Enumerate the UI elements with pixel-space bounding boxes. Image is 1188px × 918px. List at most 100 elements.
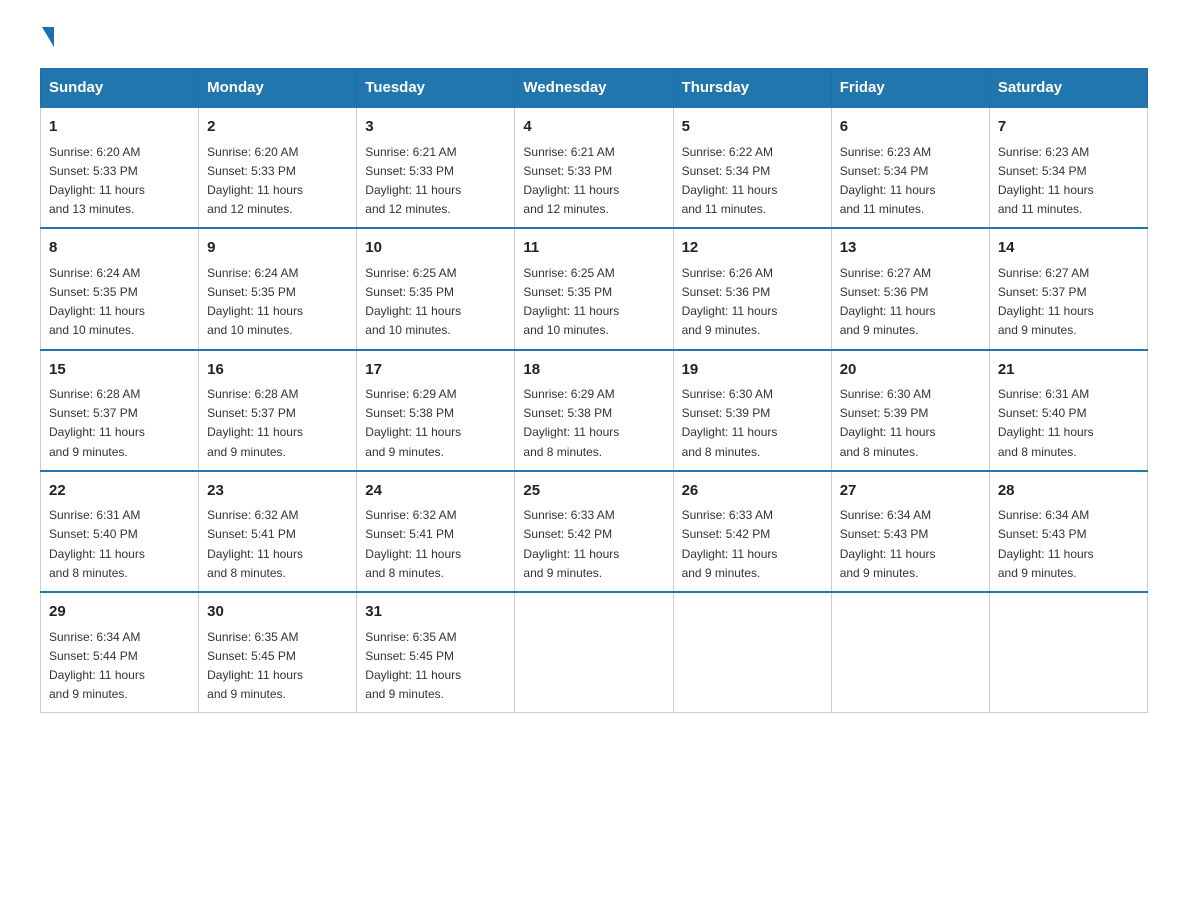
week-row-1: 1 Sunrise: 6:20 AMSunset: 5:33 PMDaylight… [41,107,1148,228]
day-info: Sunrise: 6:21 AMSunset: 5:33 PMDaylight:… [365,143,506,220]
day-number: 31 [365,601,506,624]
calendar-cell: 7 Sunrise: 6:23 AMSunset: 5:34 PMDaylight… [989,107,1147,228]
calendar-cell [515,592,673,713]
calendar-cell [989,592,1147,713]
day-info: Sunrise: 6:20 AMSunset: 5:33 PMDaylight:… [49,143,190,220]
day-info: Sunrise: 6:29 AMSunset: 5:38 PMDaylight:… [523,385,664,462]
day-number: 9 [207,237,348,260]
calendar-cell: 2 Sunrise: 6:20 AMSunset: 5:33 PMDaylight… [199,107,357,228]
day-info: Sunrise: 6:34 AMSunset: 5:43 PMDaylight:… [998,506,1139,583]
calendar-cell: 26 Sunrise: 6:33 AMSunset: 5:42 PMDayligh… [673,471,831,592]
day-number: 22 [49,480,190,503]
calendar-cell: 6 Sunrise: 6:23 AMSunset: 5:34 PMDaylight… [831,107,989,228]
calendar-cell: 23 Sunrise: 6:32 AMSunset: 5:41 PMDayligh… [199,471,357,592]
day-info: Sunrise: 6:35 AMSunset: 5:45 PMDaylight:… [365,628,506,705]
day-info: Sunrise: 6:31 AMSunset: 5:40 PMDaylight:… [49,506,190,583]
calendar-cell: 19 Sunrise: 6:30 AMSunset: 5:39 PMDayligh… [673,350,831,471]
day-number: 16 [207,359,348,382]
day-info: Sunrise: 6:23 AMSunset: 5:34 PMDaylight:… [840,143,981,220]
day-info: Sunrise: 6:33 AMSunset: 5:42 PMDaylight:… [523,506,664,583]
day-number: 19 [682,359,823,382]
day-number: 21 [998,359,1139,382]
day-number: 3 [365,116,506,139]
day-header-monday: Monday [199,69,357,108]
day-number: 30 [207,601,348,624]
calendar-cell: 3 Sunrise: 6:21 AMSunset: 5:33 PMDaylight… [357,107,515,228]
day-number: 1 [49,116,190,139]
day-info: Sunrise: 6:20 AMSunset: 5:33 PMDaylight:… [207,143,348,220]
calendar-cell: 22 Sunrise: 6:31 AMSunset: 5:40 PMDayligh… [41,471,199,592]
day-info: Sunrise: 6:30 AMSunset: 5:39 PMDaylight:… [682,385,823,462]
day-number: 24 [365,480,506,503]
day-info: Sunrise: 6:28 AMSunset: 5:37 PMDaylight:… [207,385,348,462]
calendar-cell: 9Sunrise: 6:24 AMSunset: 5:35 PMDaylight… [199,228,357,349]
logo [40,30,58,48]
calendar-cell: 4Sunrise: 6:21 AMSunset: 5:33 PMDaylight… [515,107,673,228]
day-number: 6 [840,116,981,139]
calendar-cell: 20 Sunrise: 6:30 AMSunset: 5:39 PMDayligh… [831,350,989,471]
week-row-3: 15 Sunrise: 6:28 AMSunset: 5:37 PMDayligh… [41,350,1148,471]
day-number: 18 [523,359,664,382]
calendar-cell [673,592,831,713]
day-info: Sunrise: 6:25 AMSunset: 5:35 PMDaylight:… [523,264,664,341]
day-number: 23 [207,480,348,503]
calendar-cell: 10 Sunrise: 6:25 AMSunset: 5:35 PMDayligh… [357,228,515,349]
day-info: Sunrise: 6:34 AMSunset: 5:43 PMDaylight:… [840,506,981,583]
day-info: Sunrise: 6:28 AMSunset: 5:37 PMDaylight:… [49,385,190,462]
day-number: 2 [207,116,348,139]
day-info: Sunrise: 6:32 AMSunset: 5:41 PMDaylight:… [365,506,506,583]
day-number: 12 [682,237,823,260]
calendar-cell: 31 Sunrise: 6:35 AMSunset: 5:45 PMDayligh… [357,592,515,713]
calendar-cell: 16 Sunrise: 6:28 AMSunset: 5:37 PMDayligh… [199,350,357,471]
calendar-cell: 21 Sunrise: 6:31 AMSunset: 5:40 PMDayligh… [989,350,1147,471]
calendar-cell: 25 Sunrise: 6:33 AMSunset: 5:42 PMDayligh… [515,471,673,592]
day-info: Sunrise: 6:27 AMSunset: 5:37 PMDaylight:… [998,264,1139,341]
day-number: 15 [49,359,190,382]
day-info: Sunrise: 6:26 AMSunset: 5:36 PMDaylight:… [682,264,823,341]
day-info: Sunrise: 6:27 AMSunset: 5:36 PMDaylight:… [840,264,981,341]
day-number: 17 [365,359,506,382]
calendar-cell: 24 Sunrise: 6:32 AMSunset: 5:41 PMDayligh… [357,471,515,592]
day-info: Sunrise: 6:33 AMSunset: 5:42 PMDaylight:… [682,506,823,583]
days-header-row: SundayMondayTuesdayWednesdayThursdayFrid… [41,69,1148,108]
day-number: 7 [998,116,1139,139]
calendar-cell: 30 Sunrise: 6:35 AMSunset: 5:45 PMDayligh… [199,592,357,713]
calendar-cell: 15 Sunrise: 6:28 AMSunset: 5:37 PMDayligh… [41,350,199,471]
calendar-cell: 29 Sunrise: 6:34 AMSunset: 5:44 PMDayligh… [41,592,199,713]
day-info: Sunrise: 6:30 AMSunset: 5:39 PMDaylight:… [840,385,981,462]
calendar-cell: 11 Sunrise: 6:25 AMSunset: 5:35 PMDayligh… [515,228,673,349]
day-header-wednesday: Wednesday [515,69,673,108]
page-header [40,30,1148,48]
day-number: 29 [49,601,190,624]
day-number: 11 [523,237,664,260]
day-info: Sunrise: 6:31 AMSunset: 5:40 PMDaylight:… [998,385,1139,462]
day-number: 5 [682,116,823,139]
day-number: 20 [840,359,981,382]
calendar-cell: 8Sunrise: 6:24 AMSunset: 5:35 PMDaylight… [41,228,199,349]
day-info: Sunrise: 6:32 AMSunset: 5:41 PMDaylight:… [207,506,348,583]
day-info: Sunrise: 6:34 AMSunset: 5:44 PMDaylight:… [49,628,190,705]
week-row-2: 8Sunrise: 6:24 AMSunset: 5:35 PMDaylight… [41,228,1148,349]
day-header-saturday: Saturday [989,69,1147,108]
day-number: 26 [682,480,823,503]
day-number: 27 [840,480,981,503]
week-row-4: 22 Sunrise: 6:31 AMSunset: 5:40 PMDayligh… [41,471,1148,592]
logo-triangle-icon [42,27,54,47]
day-header-thursday: Thursday [673,69,831,108]
day-info: Sunrise: 6:24 AMSunset: 5:35 PMDaylight:… [49,264,190,341]
calendar-cell: 12 Sunrise: 6:26 AMSunset: 5:36 PMDayligh… [673,228,831,349]
calendar-table: SundayMondayTuesdayWednesdayThursdayFrid… [40,68,1148,713]
day-info: Sunrise: 6:23 AMSunset: 5:34 PMDaylight:… [998,143,1139,220]
day-info: Sunrise: 6:25 AMSunset: 5:35 PMDaylight:… [365,264,506,341]
day-number: 25 [523,480,664,503]
calendar-cell: 28Sunrise: 6:34 AMSunset: 5:43 PMDayligh… [989,471,1147,592]
day-info: Sunrise: 6:35 AMSunset: 5:45 PMDaylight:… [207,628,348,705]
calendar-cell: 14Sunrise: 6:27 AMSunset: 5:37 PMDayligh… [989,228,1147,349]
day-header-tuesday: Tuesday [357,69,515,108]
day-header-friday: Friday [831,69,989,108]
day-number: 10 [365,237,506,260]
calendar-cell: 5Sunrise: 6:22 AMSunset: 5:34 PMDaylight… [673,107,831,228]
calendar-cell: 13Sunrise: 6:27 AMSunset: 5:36 PMDayligh… [831,228,989,349]
logo-text [40,30,58,50]
day-number: 4 [523,116,664,139]
